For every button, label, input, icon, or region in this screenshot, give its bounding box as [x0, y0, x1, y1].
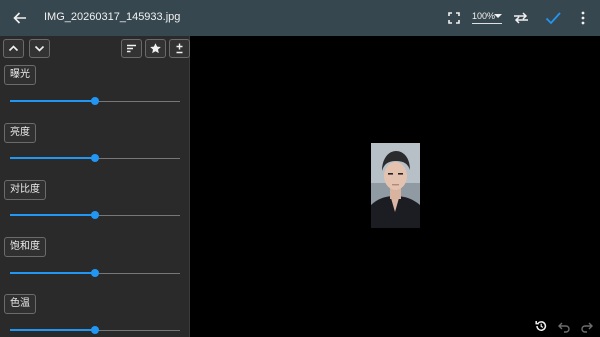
zoom-value: 100% [472, 11, 496, 21]
sort-icon [127, 44, 136, 53]
saturation-slider[interactable] [10, 269, 180, 279]
sort-button[interactable] [121, 39, 142, 58]
plus-minus-icon [176, 43, 183, 54]
slider-fill [10, 272, 95, 274]
plus-minus-button[interactable] [169, 39, 190, 58]
caret-down-icon [494, 14, 502, 18]
temperature-label[interactable]: 色温 [4, 294, 36, 314]
more-vert-icon[interactable] [574, 9, 592, 27]
arrow-left-icon[interactable] [10, 8, 30, 28]
adjustment-panel: 曝光 亮度 对比度 饱和度 色温 [0, 36, 190, 337]
history-icon[interactable] [534, 318, 548, 332]
slider-thumb[interactable] [91, 211, 99, 219]
brightness-slider[interactable] [10, 154, 180, 164]
top-app-bar: IMG_20260317_145933.jpg 100% [0, 0, 600, 36]
slider-fill [10, 329, 95, 331]
temperature-slider[interactable] [10, 326, 180, 336]
slider-thumb[interactable] [91, 269, 99, 277]
file-title: IMG_20260317_145933.jpg [44, 11, 181, 23]
slider-fill [10, 100, 95, 102]
contrast-label[interactable]: 对比度 [4, 180, 46, 200]
chevron-down-icon [34, 45, 45, 52]
redo-icon[interactable] [580, 318, 594, 333]
move-up-button[interactable] [3, 39, 24, 58]
zoom-select[interactable]: 100% [472, 10, 502, 24]
star-icon [150, 43, 161, 54]
slider-fill [10, 214, 95, 216]
brightness-label[interactable]: 亮度 [4, 123, 36, 143]
slider-thumb[interactable] [91, 326, 99, 334]
contrast-slider[interactable] [10, 211, 180, 221]
slider-thumb[interactable] [91, 97, 99, 105]
undo-icon[interactable] [557, 318, 571, 333]
slider-thumb[interactable] [91, 154, 99, 162]
check-icon[interactable] [544, 9, 562, 27]
saturation-label[interactable]: 饱和度 [4, 237, 46, 257]
photo-preview [371, 143, 420, 228]
fullscreen-icon[interactable] [445, 9, 463, 27]
exposure-slider[interactable] [10, 97, 180, 107]
chevron-up-icon [8, 45, 19, 52]
exposure-label[interactable]: 曝光 [4, 65, 36, 85]
move-down-button[interactable] [29, 39, 50, 58]
swap-horizontal-icon[interactable] [512, 9, 530, 27]
favorite-button[interactable] [145, 39, 166, 58]
slider-fill [10, 157, 95, 159]
